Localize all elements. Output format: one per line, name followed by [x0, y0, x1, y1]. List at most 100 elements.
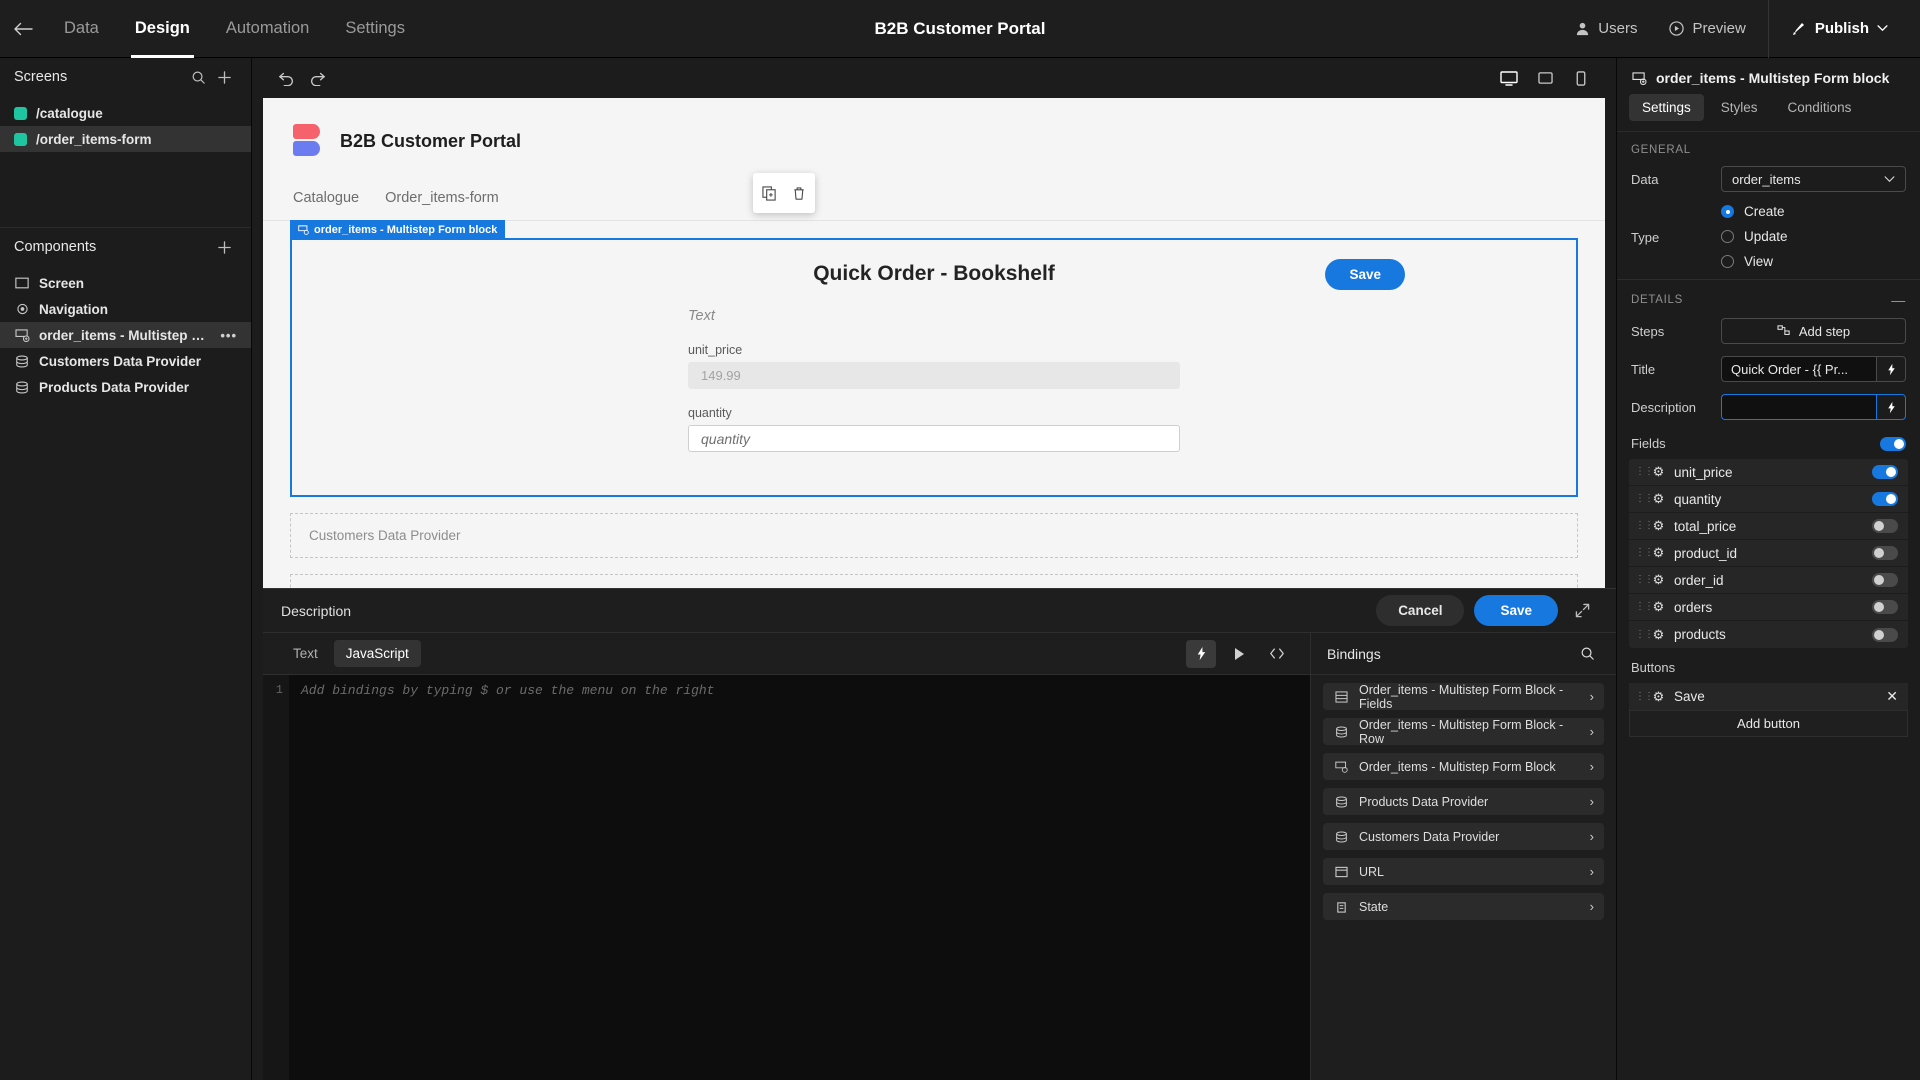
binding-item-row[interactable]: Order_items - Multistep Form Block - Row… — [1323, 717, 1604, 746]
screen-item-catalogue[interactable]: /catalogue — [0, 100, 251, 126]
top-tab-data[interactable]: Data — [46, 0, 117, 58]
gear-icon[interactable]: ⚙ — [1651, 518, 1666, 534]
field-toggle[interactable] — [1872, 627, 1898, 642]
field-toggle[interactable] — [1872, 465, 1898, 479]
nav-link-order-items-form[interactable]: Order_items-form — [385, 190, 499, 206]
component-item-customers-data-provider[interactable]: Customers Data Provider — [0, 348, 251, 374]
users-button[interactable]: Users — [1559, 0, 1653, 58]
run-button[interactable] — [1224, 640, 1254, 668]
drag-handle-icon[interactable]: ⋮⋮ — [1635, 691, 1654, 701]
add-step-button[interactable]: Add step — [1721, 318, 1906, 344]
trash-icon[interactable] — [789, 183, 809, 203]
component-item-screen[interactable]: Screen — [0, 270, 251, 296]
screen-item-order-items-form[interactable]: /order_items-form — [0, 126, 251, 152]
preview-button[interactable]: Preview — [1653, 0, 1761, 58]
component-overflow-menu[interactable]: ••• — [220, 328, 237, 343]
field-toggle[interactable] — [1872, 492, 1898, 506]
add-screen-button[interactable] — [211, 64, 237, 90]
title-binding-button[interactable] — [1876, 356, 1906, 382]
gear-icon[interactable]: ⚙ — [1651, 491, 1666, 507]
binding-item-customers-data-provider[interactable]: Customers Data Provider › — [1323, 823, 1604, 850]
search-bindings-button[interactable] — [1574, 641, 1600, 667]
add-button-button[interactable]: Add button — [1629, 710, 1908, 737]
editor-tab-text[interactable]: Text — [281, 640, 330, 667]
title-input[interactable]: Quick Order - {{ Pr... — [1721, 356, 1876, 382]
tab-styles[interactable]: Styles — [1708, 94, 1771, 121]
collapse-details-button[interactable]: — — [1891, 292, 1906, 308]
nav-link-catalogue[interactable]: Catalogue — [293, 190, 359, 206]
drawer-save-button[interactable]: Save — [1474, 595, 1558, 626]
drag-handle-icon[interactable]: ⋮⋮ — [1635, 602, 1654, 612]
data-select[interactable]: order_items — [1721, 166, 1906, 192]
button-row-save[interactable]: ⋮⋮ ⚙ Save ✕ — [1629, 683, 1908, 710]
tab-conditions[interactable]: Conditions — [1775, 94, 1865, 121]
gear-icon[interactable]: ⚙ — [1651, 627, 1666, 643]
field-input-quantity[interactable]: quantity — [688, 425, 1180, 452]
binding-item-url[interactable]: URL › — [1323, 858, 1604, 885]
data-provider-customers[interactable]: Customers Data Provider — [290, 513, 1578, 558]
redo-button[interactable] — [302, 63, 332, 93]
code-view-button[interactable] — [1262, 640, 1292, 668]
binding-item-fields[interactable]: Order_items - Multistep Form Block - Fie… — [1323, 683, 1604, 711]
close-icon[interactable]: ✕ — [1886, 688, 1898, 705]
field-toggle[interactable] — [1872, 573, 1898, 587]
binding-item-block[interactable]: Order_items - Multistep Form Block › — [1323, 753, 1604, 780]
drag-handle-icon[interactable]: ⋮⋮ — [1635, 494, 1654, 504]
binding-item-state[interactable]: State › — [1323, 893, 1604, 920]
radio-update[interactable]: Update — [1721, 229, 1906, 244]
description-input[interactable] — [1721, 394, 1876, 420]
field-row-product-id[interactable]: ⋮⋮ ⚙ product_id — [1629, 540, 1908, 567]
gear-icon[interactable]: ⚙ — [1651, 545, 1666, 561]
field-toggle[interactable] — [1872, 546, 1898, 560]
gear-icon[interactable]: ⚙ — [1651, 572, 1666, 588]
binding-label: Order_items - Multistep Form Block - Row — [1359, 717, 1564, 746]
tablet-viewport-button[interactable] — [1530, 63, 1560, 93]
description-binding-button[interactable] — [1876, 394, 1906, 420]
field-row-quantity[interactable]: ⋮⋮ ⚙ quantity — [1629, 486, 1908, 513]
field-row-unit-price[interactable]: ⋮⋮ ⚙ unit_price — [1629, 459, 1908, 486]
undo-button[interactable] — [272, 63, 302, 93]
code-editor[interactable]: 1 Add bindings by typing $ or use the me… — [263, 675, 1310, 1080]
field-input-unit-price[interactable]: 149.99 — [688, 362, 1180, 389]
radio-view[interactable]: View — [1721, 254, 1906, 269]
field-row-products[interactable]: ⋮⋮ ⚙ products — [1629, 621, 1908, 648]
canvas-nav: Catalogue Order_items-form — [263, 158, 1605, 221]
field-row-total-price[interactable]: ⋮⋮ ⚙ total_price — [1629, 513, 1908, 540]
field-toggle[interactable] — [1872, 600, 1898, 614]
database-icon — [1333, 830, 1349, 843]
lightning-button[interactable] — [1186, 639, 1216, 668]
multistep-form-block[interactable]: order_items - Multistep Form block Quick… — [290, 220, 1578, 497]
component-item-products-data-provider[interactable]: Products Data Provider — [0, 374, 251, 400]
gear-icon[interactable]: ⚙ — [1651, 599, 1666, 615]
editor-tab-javascript[interactable]: JavaScript — [333, 640, 421, 667]
component-item-order-items-multistep-form[interactable]: order_items - Multistep For... ••• — [0, 322, 251, 348]
back-button[interactable] — [0, 0, 46, 58]
gear-icon[interactable]: ⚙ — [1651, 689, 1666, 705]
field-row-order-id[interactable]: ⋮⋮ ⚙ order_id — [1629, 567, 1908, 594]
binding-item-products-data-provider[interactable]: Products Data Provider › — [1323, 788, 1604, 815]
add-component-button[interactable] — [211, 234, 237, 260]
component-item-navigation[interactable]: Navigation — [0, 296, 251, 322]
form-save-button[interactable]: Save — [1325, 259, 1405, 290]
mobile-viewport-button[interactable] — [1566, 63, 1596, 93]
drag-handle-icon[interactable]: ⋮⋮ — [1635, 548, 1654, 558]
gear-icon[interactable]: ⚙ — [1651, 464, 1666, 480]
drag-handle-icon[interactable]: ⋮⋮ — [1635, 521, 1654, 531]
field-toggle[interactable] — [1872, 519, 1898, 533]
drag-handle-icon[interactable]: ⋮⋮ — [1635, 575, 1654, 585]
drag-handle-icon[interactable]: ⋮⋮ — [1635, 467, 1654, 477]
field-row-orders[interactable]: ⋮⋮ ⚙ orders — [1629, 594, 1908, 621]
expand-button[interactable] — [1566, 595, 1598, 627]
fields-master-toggle[interactable] — [1880, 436, 1906, 451]
drawer-cancel-button[interactable]: Cancel — [1376, 595, 1465, 626]
drag-handle-icon[interactable]: ⋮⋮ — [1635, 629, 1654, 639]
publish-button[interactable]: Publish — [1775, 0, 1904, 58]
duplicate-icon[interactable] — [759, 183, 779, 203]
top-tab-automation[interactable]: Automation — [208, 0, 327, 58]
top-tab-settings[interactable]: Settings — [327, 0, 423, 58]
top-tab-design[interactable]: Design — [117, 0, 208, 58]
radio-create[interactable]: Create — [1721, 204, 1906, 219]
search-screens-button[interactable] — [185, 64, 211, 90]
tab-settings[interactable]: Settings — [1629, 94, 1704, 121]
desktop-viewport-button[interactable] — [1494, 63, 1524, 93]
